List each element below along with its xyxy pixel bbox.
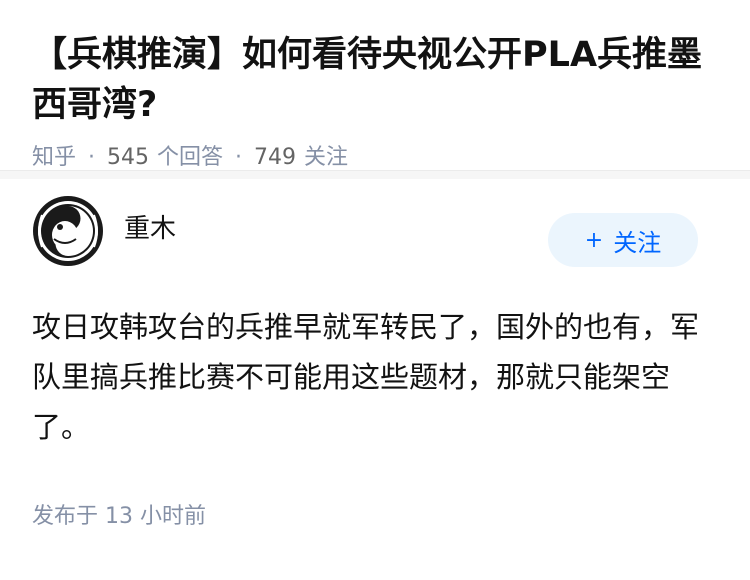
answers-label[interactable]: 个回答 <box>157 142 223 174</box>
yin-yang-avatar-icon <box>33 195 103 266</box>
time-label: 发布于 <box>32 504 99 529</box>
author-name[interactable]: 重木 <box>124 208 176 245</box>
followers-count: 749 <box>254 145 297 170</box>
answers-count: 545 <box>107 145 150 170</box>
question-header: 【兵棋推演】如何看待央视公开PLA兵推墨西哥湾? 知乎 · 545 个回答 · … <box>0 0 750 170</box>
followers-label: 关注 <box>304 145 349 170</box>
plus-icon: + <box>584 227 604 253</box>
meta-separator: · <box>235 145 243 170</box>
question-title[interactable]: 【兵棋推演】如何看待央视公开PLA兵推墨西哥湾? <box>32 30 718 130</box>
follow-button[interactable]: + 关注 <box>548 213 698 267</box>
answer-time: 发布于 13 小时前 <box>32 498 718 530</box>
follow-label: 关注 <box>613 228 662 257</box>
meta-separator: · <box>88 145 96 170</box>
time-value: 13 小时前 <box>105 504 207 529</box>
author-row: 重木 + 关注 <box>32 179 718 294</box>
answer-card: 重木 + 关注 攻日攻韩攻台的兵推早就军转民了，国外的也有，军队里搞兵推比赛不可… <box>0 179 750 530</box>
source-label[interactable]: 知乎 <box>32 142 76 174</box>
answer-content[interactable]: 攻日攻韩攻台的兵推早就军转民了，国外的也有，军队里搞兵推比赛不可能用这些题材，那… <box>32 302 712 452</box>
avatar[interactable] <box>32 195 104 267</box>
